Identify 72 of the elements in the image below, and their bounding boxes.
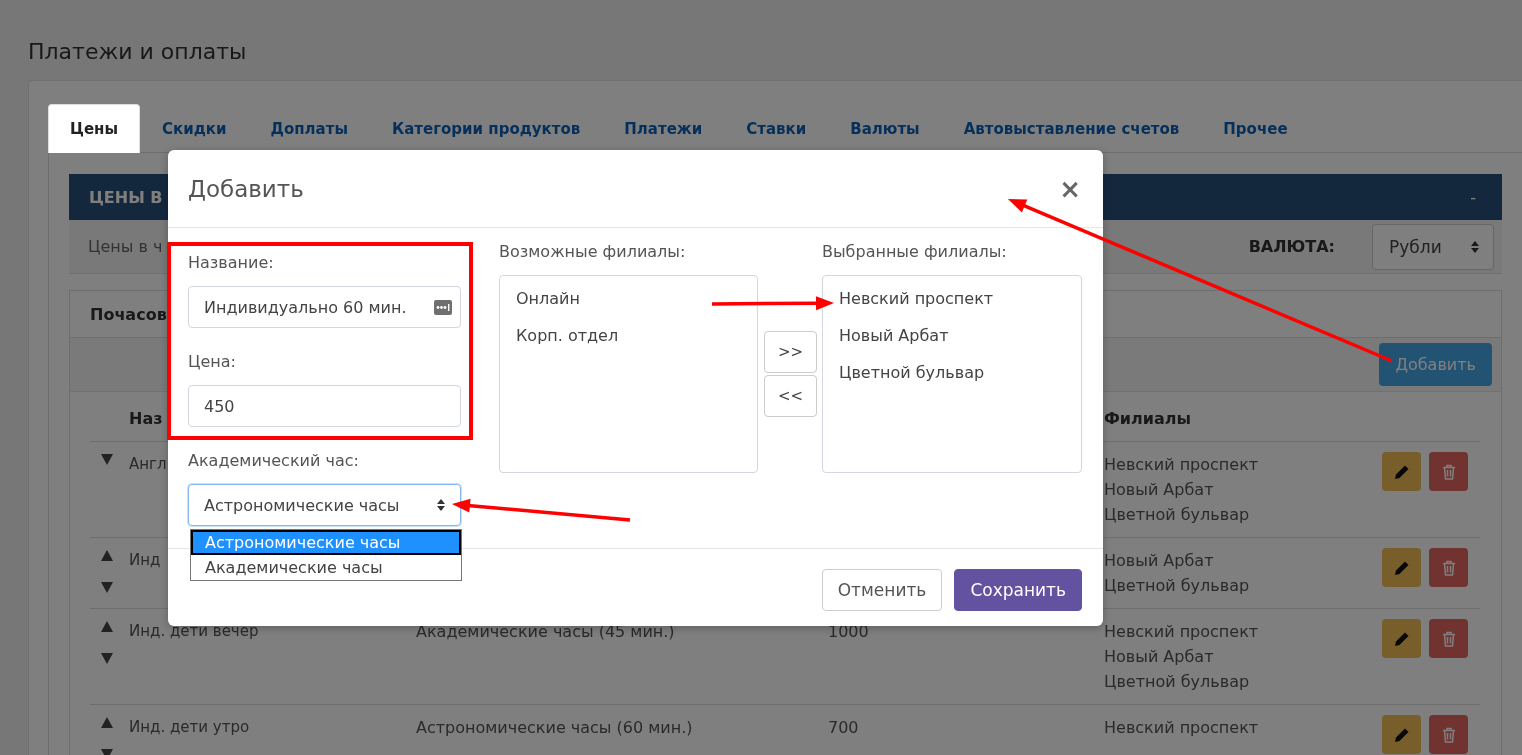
- move-left-button[interactable]: <<: [764, 375, 817, 417]
- pencil-icon: [1393, 463, 1410, 480]
- dialog-title: Добавить: [188, 175, 304, 202]
- branch-name: Невский проспект: [1104, 621, 1259, 643]
- triangle-up-icon[interactable]: [100, 550, 113, 561]
- branch-name: Невский проспект: [1104, 717, 1259, 739]
- triangle-down-icon[interactable]: [100, 653, 113, 664]
- field-label: Цена:: [188, 351, 237, 373]
- pencil-icon: [1393, 630, 1410, 647]
- list-item[interactable]: Корп. отдел: [500, 317, 757, 354]
- branch-name: Новый Арбат: [1104, 479, 1214, 501]
- caret-icon: [437, 498, 445, 512]
- delete-button[interactable]: [1429, 452, 1468, 491]
- panel-description: Цены в ч: [88, 237, 163, 256]
- save-button[interactable]: Сохранить: [954, 569, 1082, 611]
- list-item[interactable]: Онлайн: [500, 280, 757, 317]
- edit-button[interactable]: [1382, 452, 1421, 491]
- edit-button[interactable]: [1382, 548, 1421, 587]
- table-cell-text: 700: [828, 717, 859, 739]
- currency-label: ВАЛЮТА:: [1248, 237, 1335, 256]
- table-cell-text: Инд. дети вечер: [129, 621, 259, 642]
- triangle-up-icon[interactable]: [100, 717, 113, 728]
- branch-name: Новый Арбат: [1104, 550, 1214, 572]
- panel-title: ЦЕНЫ В: [89, 187, 163, 207]
- branch-name: Невский проспект: [1104, 454, 1259, 476]
- trash-icon: [1441, 463, 1456, 480]
- hour-select[interactable]: Астрономические часы: [188, 484, 461, 526]
- table-cell-text: Инд. дети утро: [129, 717, 250, 738]
- edit-button[interactable]: [1382, 619, 1421, 658]
- text-field[interactable]: 450: [188, 385, 461, 427]
- text-field[interactable]: Индивидуально 60 мин.: [188, 286, 461, 328]
- available-branches-list[interactable]: Онлайн Корп. отдел: [499, 275, 758, 473]
- branch-name: Цветной бульвар: [1104, 504, 1250, 526]
- card-title: Почасов: [90, 304, 167, 324]
- branch-name: Новый Арбат: [1104, 646, 1214, 668]
- edit-button[interactable]: [1382, 715, 1421, 754]
- delete-button[interactable]: [1429, 619, 1468, 658]
- field-label: Название:: [188, 252, 275, 274]
- column-header: Филиалы: [1104, 408, 1191, 430]
- delete-button[interactable]: [1429, 715, 1468, 754]
- move-right-button[interactable]: >>: [764, 331, 817, 373]
- branch-name: Цветной бульвар: [1104, 575, 1250, 597]
- delete-button[interactable]: [1429, 548, 1468, 587]
- tab[interactable]: Цены: [48, 104, 141, 153]
- list-item[interactable]: Невский проспект: [823, 280, 1081, 317]
- trash-icon: [1441, 559, 1456, 576]
- branch-name: Цветной бульвар: [1104, 671, 1250, 693]
- currency-select[interactable]: Рубли: [1372, 223, 1494, 270]
- table-cell-text: Инд: [129, 550, 161, 571]
- close-button[interactable]: ×: [1059, 175, 1081, 202]
- list-label: Возможные филиалы:: [499, 241, 687, 263]
- dots-icon[interactable]: [434, 299, 452, 315]
- caret-icon: [1471, 239, 1479, 254]
- triangle-down-icon[interactable]: [100, 454, 113, 465]
- table-cell-text: Англ: [129, 454, 167, 475]
- list-label: Выбранные филиалы:: [822, 241, 1008, 263]
- triangle-up-icon[interactable]: [100, 621, 113, 632]
- pencil-icon: [1393, 726, 1410, 743]
- triangle-down-icon[interactable]: [100, 582, 113, 593]
- field-label: Академический час:: [188, 450, 360, 472]
- page-title: Платежи и оплаты: [28, 38, 247, 66]
- table-cell-text: Астрономические часы (60 мин.): [416, 717, 693, 739]
- chosen-branches-list[interactable]: Невский проспект Новый Арбат Цветной бульвар: [822, 275, 1082, 473]
- collapse-button[interactable]: -: [1468, 187, 1478, 207]
- list-item[interactable]: Новый Арбат: [823, 317, 1081, 354]
- dropdown-option[interactable]: Академические часы: [191, 555, 461, 580]
- trash-icon: [1441, 630, 1456, 647]
- list-item[interactable]: Цветной бульвар: [823, 354, 1081, 391]
- cancel-button[interactable]: Отменить: [821, 569, 943, 611]
- trash-icon: [1441, 726, 1456, 743]
- pencil-icon: [1393, 559, 1410, 576]
- column-header: Наз: [129, 408, 163, 430]
